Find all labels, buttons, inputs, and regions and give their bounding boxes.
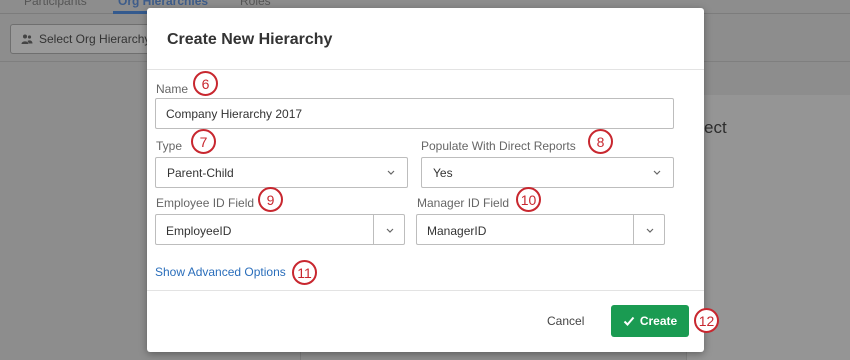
- step-badge-7: 7: [191, 129, 216, 154]
- create-button-label: Create: [639, 314, 678, 328]
- chevron-down-icon: [646, 228, 654, 233]
- show-advanced-options-link[interactable]: Show Advanced Options: [155, 265, 286, 279]
- chevron-down-icon: [387, 170, 395, 175]
- name-input[interactable]: [155, 98, 674, 129]
- step-badge-12: 12: [694, 308, 719, 333]
- manager-id-combobox[interactable]: ManagerID: [416, 214, 665, 245]
- background-card-text: ect: [704, 118, 727, 137]
- type-label: Type: [156, 139, 183, 153]
- employee-id-value: EmployeeID: [166, 224, 232, 238]
- manager-id-label: Manager ID Field: [417, 196, 510, 210]
- step-badge-8: 8: [588, 129, 613, 154]
- dialog-title: Create New Hierarchy: [167, 31, 333, 48]
- create-button[interactable]: Create: [611, 305, 689, 337]
- name-label: Name: [156, 82, 189, 96]
- dialog-header: Create New Hierarchy: [147, 8, 704, 70]
- chevron-down-icon: [386, 228, 394, 233]
- manager-id-value: ManagerID: [427, 224, 487, 238]
- step-badge-6: 6: [193, 71, 218, 96]
- select-org-hierarchy-label: Select Org Hierarchy: [39, 32, 151, 46]
- checkmark-icon: [623, 316, 635, 326]
- employee-id-combobox[interactable]: EmployeeID: [155, 214, 405, 245]
- tab-org-hierarchies[interactable]: Org Hierarchies: [118, 0, 208, 8]
- select-org-hierarchy-button[interactable]: Select Org Hierarchy: [10, 24, 160, 54]
- step-badge-10: 10: [516, 187, 541, 212]
- chevron-down-icon: [653, 170, 661, 175]
- tab-participants[interactable]: Participants: [24, 0, 87, 8]
- create-hierarchy-dialog: Create New Hierarchy Name 6 Type 7 Paren…: [147, 8, 719, 352]
- people-icon: [21, 34, 33, 44]
- type-select[interactable]: Parent-Child: [155, 157, 408, 188]
- tab-roles[interactable]: Roles: [240, 0, 271, 8]
- type-select-value: Parent-Child: [167, 165, 234, 180]
- employee-id-dropdown-button[interactable]: [373, 215, 404, 244]
- populate-label: Populate With Direct Reports: [421, 139, 576, 153]
- manager-id-dropdown-button[interactable]: [633, 215, 664, 244]
- step-badge-9: 9: [258, 187, 283, 212]
- cancel-button[interactable]: Cancel: [547, 314, 584, 328]
- populate-select[interactable]: Yes: [421, 157, 674, 188]
- populate-select-value: Yes: [433, 165, 453, 180]
- employee-id-label: Employee ID Field: [156, 196, 255, 210]
- step-badge-11: 11: [292, 260, 317, 285]
